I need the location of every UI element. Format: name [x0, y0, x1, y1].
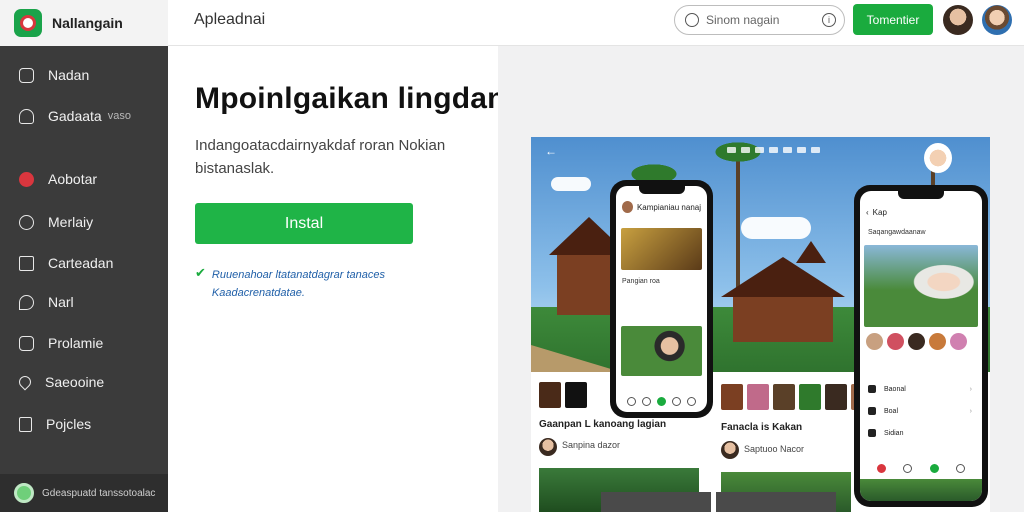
feed-post-meta: Saptuoo Nacor — [744, 444, 805, 454]
page-description: Indangoatacdairnyakdaf roran Nokian bist… — [195, 137, 446, 177]
avatar[interactable] — [943, 5, 973, 35]
feed-post-title: Fanacla is Kakan — [721, 422, 803, 433]
info-icon[interactable]: i — [822, 13, 836, 27]
phone-subheader: Saqangawdaanaw — [868, 229, 926, 236]
sidebar-item-label: Narl — [48, 294, 74, 310]
install-button[interactable]: Instal — [195, 203, 413, 244]
phone-bottom-nav — [860, 457, 982, 479]
document-icon — [19, 416, 32, 432]
profile-photo — [864, 245, 978, 327]
sidebar-item-sublabel: vaso — [107, 110, 131, 122]
preview-panel: ← Gaanpan L kanoang lagian Sanpina dazor — [498, 46, 1024, 512]
sidebar: Nadan Gadaata vaso Aobotar Merlaiy Carte… — [0, 46, 168, 512]
bottom-nav-bar — [716, 492, 836, 512]
top-bar: Nallangain Apleadnai i Tomentier — [0, 0, 1024, 46]
phone-footer-image — [860, 479, 982, 501]
phone-header-text: Kap — [872, 207, 887, 217]
post-image — [621, 326, 702, 376]
sidebar-item-label: Carteadan — [48, 255, 114, 271]
phone-header: ‹ Kap — [860, 203, 982, 221]
home-icon — [19, 67, 34, 83]
brand[interactable]: Nallangain — [0, 0, 168, 46]
sidebar-item-label: Saeooine — [45, 374, 105, 390]
menu-item[interactable]: Baonal › — [868, 385, 972, 393]
sidebar-item-saeooine[interactable]: Saeooine — [0, 365, 168, 399]
sidebar-item-pojcles[interactable]: Pojcles — [0, 407, 168, 441]
back-arrow-icon: ‹ — [866, 207, 869, 217]
message-icon — [19, 294, 34, 310]
avatar — [721, 441, 739, 459]
sidebar-item-aobotar[interactable]: Aobotar — [0, 162, 168, 196]
cloud-shape — [551, 177, 591, 191]
avatar — [924, 143, 952, 173]
sidebar-item-label: Aobotar — [48, 171, 98, 187]
phone-mockup: ‹ Kap Saqangawdaanaw Baonal › Boal › Sid… — [854, 185, 988, 507]
sidebar-item-nadan[interactable]: Nadan — [0, 58, 168, 92]
sidebar-item-label: Gadaata — [48, 108, 102, 124]
page-title: Mpoinlgaikan lingdan — [195, 82, 506, 115]
checkmark-icon: ✔ — [195, 265, 206, 280]
sidebar-item-label: Nadan — [48, 67, 90, 83]
sidebar-item-label: Prolamie — [48, 335, 104, 351]
sidebar-item-merlaiy[interactable]: Merlaiy — [0, 205, 168, 239]
sidebar-item-label: Pojcles — [46, 416, 92, 432]
search-box[interactable]: i — [674, 5, 845, 35]
status-icon — [14, 483, 34, 503]
phone-screen: ‹ Kap Saqangawdaanaw Baonal › Boal › Sid… — [860, 191, 982, 501]
search-input[interactable] — [706, 13, 815, 27]
phone-mockup: Kampianiau nanaj Pangian roa — [610, 180, 713, 418]
app-window: Nallangain Apleadnai i Tomentier Nadan G… — [0, 0, 1024, 512]
top-action-button[interactable]: Tomentier — [853, 4, 933, 35]
menu-item[interactable]: Sidian — [868, 429, 972, 437]
install-note-link[interactable]: Ruuenahoar ltatanatdagrar tanaces Kaadac… — [212, 266, 395, 302]
camera-icon — [19, 335, 34, 351]
phone-screen: Kampianiau nanaj Pangian roa — [616, 186, 707, 412]
screenshot-status-indicators — [727, 145, 857, 155]
sidebar-footer[interactable]: Gdeaspuatd tanssotoalac — [0, 474, 168, 512]
back-arrow-icon: ← — [545, 144, 557, 158]
sidebar-item-carteadan[interactable]: Carteadan — [0, 246, 168, 280]
phone-bottom-nav — [616, 390, 707, 412]
sidebar-item-gadaata[interactable]: Gadaata vaso — [0, 99, 168, 133]
phone-header: Kampianiau nanaj — [616, 198, 707, 216]
avatar — [539, 438, 557, 456]
calendar-icon — [19, 255, 34, 271]
sidebar-item-prolamie[interactable]: Prolamie — [0, 326, 168, 360]
post-image — [621, 228, 702, 270]
shield-icon — [19, 171, 34, 187]
user-icon — [19, 108, 34, 124]
story-avatars — [866, 333, 967, 350]
clock-icon — [19, 214, 34, 230]
feed-post-title: Gaanpan L kanoang lagian — [539, 419, 667, 430]
cloud-shape — [741, 217, 811, 239]
app-title: Apleadnai — [194, 11, 266, 28]
brand-name: Nallangain — [52, 15, 123, 31]
menu-item[interactable]: Boal › — [868, 407, 972, 415]
wooden-house — [733, 297, 833, 342]
install-note: ✔ Ruuenahoar ltatanatdagrar tanaces Kaad… — [195, 266, 395, 302]
bottom-nav-bar — [601, 492, 711, 512]
search-icon — [685, 13, 699, 27]
app-logo-icon — [14, 9, 42, 37]
app-screenshot: ← Gaanpan L kanoang lagian Sanpina dazor — [531, 137, 990, 512]
sidebar-item-narl[interactable]: Narl — [0, 285, 168, 319]
user-avatar[interactable] — [982, 5, 1012, 35]
sidebar-item-label: Merlaiy — [48, 214, 94, 230]
phone-header-text: Kampianiau nanaj — [636, 202, 701, 212]
feed-post-meta: Sanpina dazor — [562, 440, 621, 450]
thumbnail-row — [721, 384, 873, 410]
main-content: Mpoinlgaikan lingdan Indangoatacdairnyak… — [168, 46, 505, 512]
sidebar-footer-text: Gdeaspuatd tanssotoalac — [42, 487, 156, 499]
post-caption: Pangian roa — [622, 278, 660, 285]
thumbnail-row — [539, 382, 587, 408]
heart-icon — [16, 373, 34, 391]
